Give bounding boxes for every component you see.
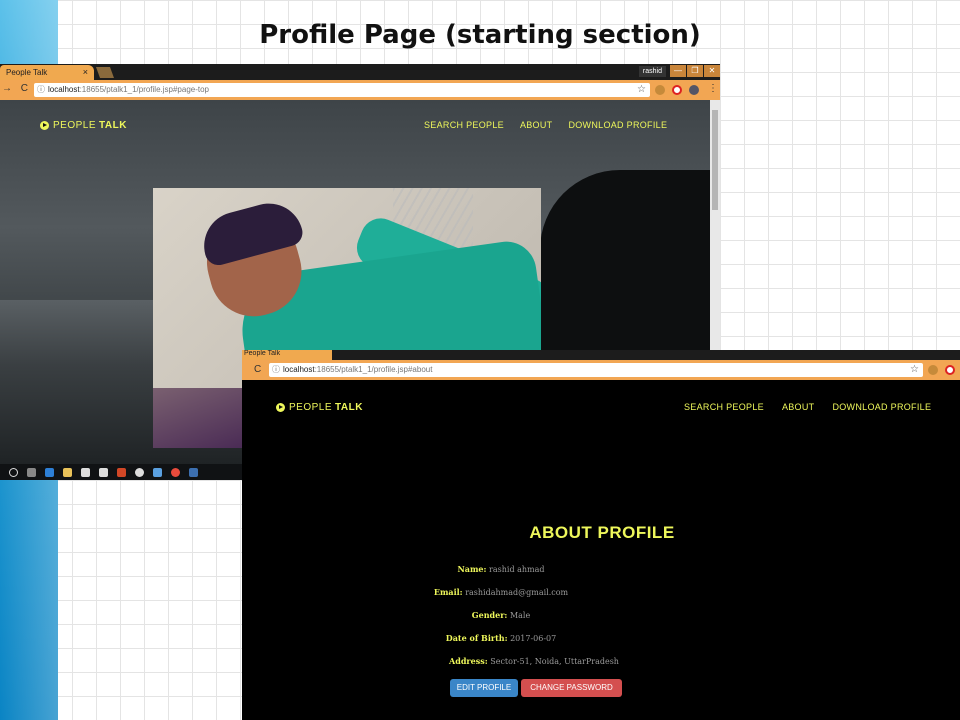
browser-window-about: People Talk C ⓘ localhost:18655/ptalk1_1… bbox=[242, 350, 960, 720]
field-gender: Gender: Male bbox=[242, 610, 860, 620]
about-section: PEOPLE TALK SEARCH PEOPLE ABOUT DOWNLOAD… bbox=[242, 380, 960, 720]
play-circle-icon bbox=[40, 121, 49, 130]
task-view-icon[interactable] bbox=[27, 467, 36, 477]
menu-search-people[interactable]: SEARCH PEOPLE bbox=[424, 120, 504, 130]
info-icon: ⓘ bbox=[37, 85, 45, 94]
reload-icon[interactable]: C bbox=[21, 83, 28, 94]
chrome-icon[interactable] bbox=[171, 467, 180, 477]
logo-text-bold: TALK bbox=[335, 402, 363, 413]
url-field[interactable]: ⓘ localhost:18655/ptalk1_1/profile.jsp#a… bbox=[269, 363, 923, 377]
field-label: Email: bbox=[433, 587, 463, 597]
app2-icon[interactable] bbox=[189, 467, 198, 477]
field-label: Date of Birth: bbox=[445, 633, 508, 643]
menu-download-profile[interactable]: DOWNLOAD PROFILE bbox=[832, 402, 931, 412]
field-dob: Date of Birth: 2017-06-07 bbox=[242, 633, 860, 643]
field-value: Sector-51, Noida, UttarPradesh bbox=[490, 657, 619, 666]
opera-icon[interactable] bbox=[672, 85, 682, 95]
url-field[interactable]: ⓘ localhost:18655/ptalk1_1/profile.jsp#p… bbox=[34, 83, 650, 97]
extension-icon[interactable] bbox=[655, 85, 665, 95]
bookmark-star-icon[interactable]: ☆ bbox=[637, 83, 646, 97]
bookmark-star-icon[interactable]: ☆ bbox=[910, 363, 919, 377]
nav-controls: → C bbox=[2, 83, 28, 94]
site-logo[interactable]: PEOPLE TALK bbox=[276, 402, 363, 413]
play-circle-icon bbox=[276, 403, 285, 412]
field-label: Name: bbox=[457, 564, 487, 574]
browser-tab[interactable]: People Talk × bbox=[0, 65, 94, 80]
field-label: Gender: bbox=[471, 610, 508, 620]
site-menu: SEARCH PEOPLE ABOUT DOWNLOAD PROFILE bbox=[684, 402, 931, 412]
field-value: rashid ahmad bbox=[489, 565, 545, 574]
site-logo[interactable]: PEOPLE TALK bbox=[40, 120, 127, 131]
mail-icon[interactable] bbox=[99, 467, 108, 477]
site-menu: SEARCH PEOPLE ABOUT DOWNLOAD PROFILE bbox=[424, 120, 667, 130]
menu-dots-icon[interactable]: ⋮ bbox=[708, 83, 718, 94]
edge-icon[interactable] bbox=[45, 467, 54, 477]
extension-icon[interactable] bbox=[928, 365, 938, 375]
tab-title: People Talk bbox=[244, 350, 281, 357]
field-value: 2017-06-07 bbox=[510, 634, 557, 643]
logo-text: PEOPLE bbox=[53, 120, 97, 131]
field-name: Name: rashid ahmad bbox=[242, 564, 860, 574]
window-controls: — ❐ ✕ bbox=[669, 65, 720, 78]
reload-icon[interactable]: C bbox=[254, 364, 261, 375]
field-label: Address: bbox=[449, 656, 488, 666]
about-title: ABOUT PROFILE bbox=[529, 523, 675, 542]
menu-download-profile[interactable]: DOWNLOAD PROFILE bbox=[568, 120, 667, 130]
maximize-button[interactable]: ❐ bbox=[687, 65, 703, 77]
url-path: :18655/ptalk1_1/profile.jsp#about bbox=[314, 365, 433, 374]
menu-about[interactable]: ABOUT bbox=[520, 120, 553, 130]
start-circle-icon[interactable] bbox=[9, 467, 18, 477]
change-password-button[interactable]: CHANGE PASSWORD bbox=[521, 679, 622, 697]
slide-title: Profile Page (starting section) bbox=[259, 20, 701, 50]
close-button[interactable]: ✕ bbox=[704, 65, 720, 77]
edit-profile-button[interactable]: EDIT PROFILE bbox=[450, 679, 518, 697]
file-explorer-icon[interactable] bbox=[63, 467, 72, 477]
site-nav: PEOPLE TALK bbox=[276, 402, 363, 413]
powerpoint-icon[interactable] bbox=[117, 467, 126, 477]
windows-taskbar bbox=[0, 464, 242, 480]
browser-tab[interactable]: People Talk bbox=[242, 350, 332, 360]
field-value: Male bbox=[509, 611, 531, 620]
info-icon: ⓘ bbox=[272, 365, 280, 374]
tab-title: People Talk bbox=[6, 68, 48, 77]
new-tab-button[interactable] bbox=[95, 67, 115, 78]
logo-text: PEOPLE bbox=[289, 402, 333, 413]
minimize-button[interactable]: — bbox=[670, 65, 686, 77]
tab-close-icon[interactable]: × bbox=[83, 65, 88, 80]
profile-chip[interactable]: rashid bbox=[638, 66, 666, 77]
store-icon[interactable] bbox=[81, 467, 90, 477]
url-host: localhost bbox=[48, 85, 80, 94]
media-icon[interactable] bbox=[135, 467, 144, 477]
field-email: Email: rashidahmad@gmail.com bbox=[242, 587, 860, 597]
profile-photo-lower bbox=[153, 388, 243, 448]
url-host: localhost bbox=[283, 365, 315, 374]
tab-strip: People Talk bbox=[242, 350, 960, 360]
menu-about[interactable]: ABOUT bbox=[782, 402, 815, 412]
url-path: :18655/ptalk1_1/profile.jsp#page-top bbox=[79, 85, 210, 94]
site-nav: PEOPLE TALK bbox=[40, 120, 127, 131]
field-address: Address: Sector-51, Noida, UttarPradesh bbox=[242, 656, 893, 666]
menu-search-people[interactable]: SEARCH PEOPLE bbox=[684, 402, 764, 412]
opera-icon[interactable] bbox=[945, 365, 955, 375]
tab-strip: People Talk × rashid — ❐ ✕ bbox=[0, 64, 720, 80]
field-value: rashidahmad@gmail.com bbox=[465, 588, 569, 597]
shield-icon[interactable] bbox=[689, 85, 699, 95]
address-bar: C ⓘ localhost:18655/ptalk1_1/profile.jsp… bbox=[242, 360, 960, 380]
logo-text-bold: TALK bbox=[99, 120, 127, 131]
scrollbar-thumb[interactable] bbox=[712, 110, 718, 210]
forward-icon[interactable]: → bbox=[2, 83, 12, 94]
address-bar: → C ⓘ localhost:18655/ptalk1_1/profile.j… bbox=[0, 80, 720, 100]
app-icon[interactable] bbox=[153, 467, 162, 477]
